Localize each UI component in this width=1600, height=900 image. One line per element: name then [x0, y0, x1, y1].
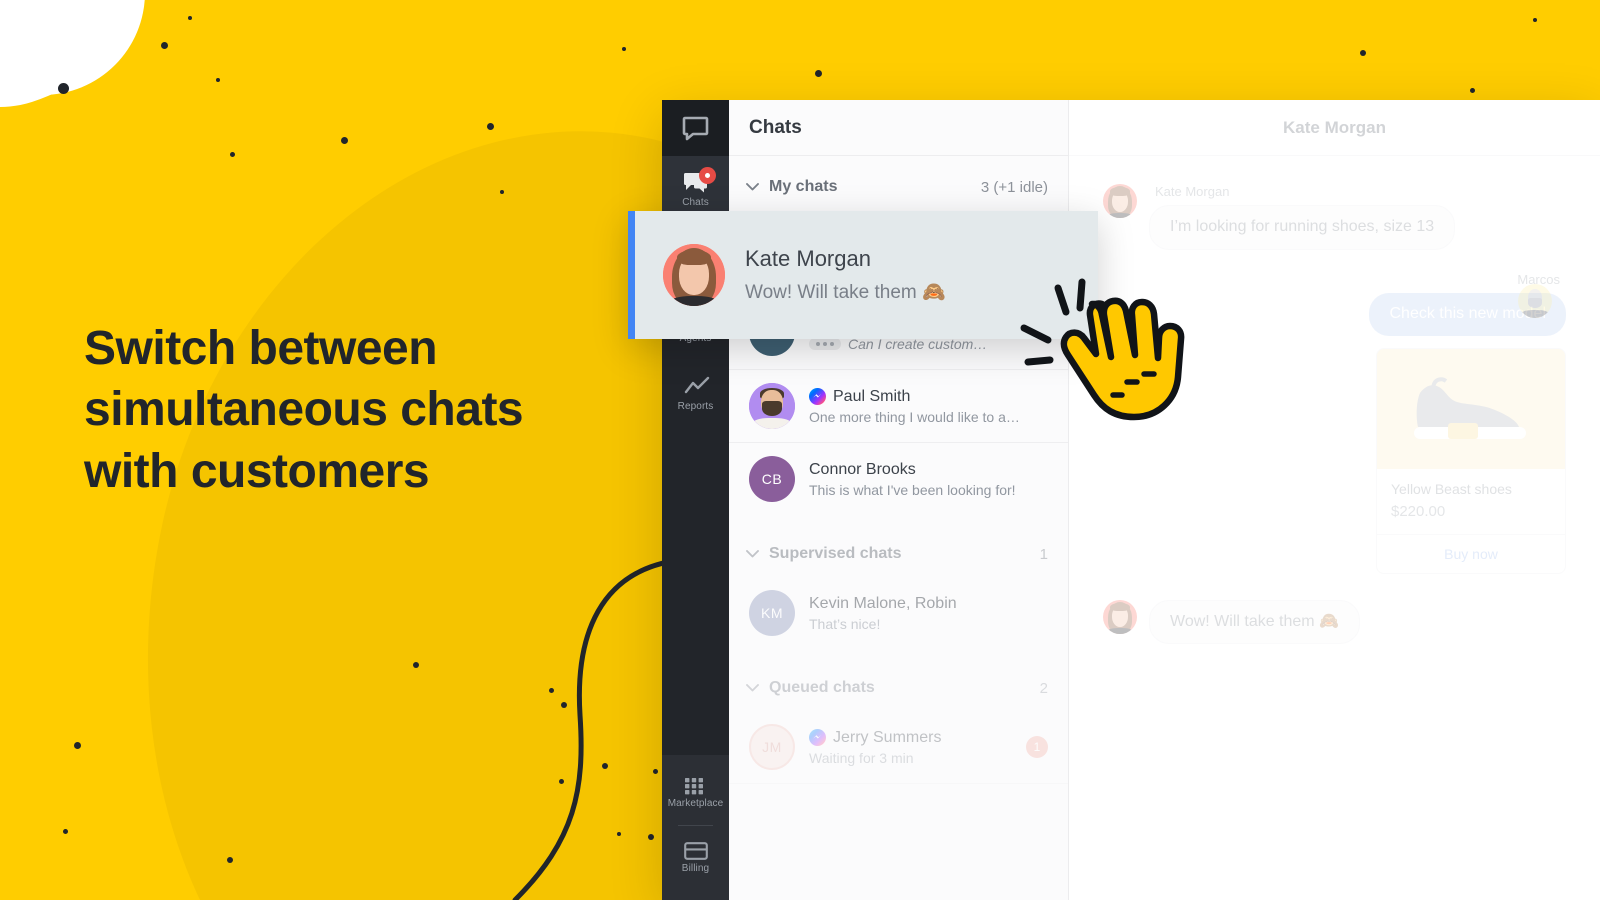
conversation-messages: Kate Morgan I’m looking for running shoe… [1069, 156, 1600, 900]
chat-bubble-logo-icon [682, 116, 709, 140]
sidebar-divider [678, 825, 713, 826]
chat-list-item-jerry-summers[interactable]: JM Jerry Summers Waiting for 3 min 1 [729, 711, 1068, 784]
highlighted-chat-message: Wow! Will take them 🙈 [745, 282, 946, 303]
billing-card-icon [683, 842, 708, 860]
product-name: Yellow Beast shoes [1391, 480, 1512, 497]
decorative-dot [216, 78, 220, 82]
sidebar-item-label: Reports [677, 401, 714, 412]
decorative-dot [227, 857, 233, 863]
section-count: 1 [1039, 545, 1048, 563]
avatar-initials: CB [761, 471, 783, 487]
decorative-dot [413, 662, 419, 668]
section-title: My chats [769, 178, 838, 195]
decorative-dot [1533, 18, 1537, 22]
product-card[interactable]: Yellow Beast shoes $220.00 Buy now [1376, 347, 1566, 574]
avatar: JM [749, 724, 795, 770]
messenger-icon [809, 388, 826, 405]
sidebar-item-reports[interactable]: Reports [662, 360, 729, 428]
decorative-dot [549, 688, 554, 693]
avatar-initials: JM [762, 739, 782, 755]
decorative-dot [74, 742, 81, 749]
marketplace-grid-icon [684, 777, 708, 795]
decorative-dot [63, 829, 68, 834]
highlighted-chat-name: Kate Morgan [745, 246, 871, 271]
decorative-dot [500, 190, 504, 194]
decorative-dot [230, 152, 235, 157]
decorative-dot [653, 769, 658, 774]
chevron-down-icon [745, 180, 759, 194]
running-shoe-icon [1414, 376, 1526, 439]
chat-list-item-kevin-malone[interactable]: KM Kevin Malone, Robin That’s nice! [729, 577, 1068, 649]
message-row-incoming: Kate Morgan I’m looking for running shoe… [1103, 184, 1566, 250]
chat-snippet: This is what I've been looking for! [809, 481, 1016, 498]
decorative-dot [559, 779, 564, 784]
message-bubble: I’m looking for running shoes, size 13 [1149, 205, 1456, 250]
white-circle-shape [0, 0, 145, 95]
chat-name: Kevin Malone, Robin [809, 594, 957, 612]
avatar-marcos [1518, 284, 1552, 318]
messenger-icon [809, 729, 826, 746]
product-price: $220.00 [1391, 502, 1446, 520]
decorative-dot [1360, 50, 1366, 56]
decorative-dot [58, 83, 69, 94]
page-headline: Switch between simultaneous chats with c… [84, 322, 524, 498]
sidebar-item-label: Chats [682, 197, 709, 208]
decorative-dot [188, 16, 192, 20]
decorative-dot [561, 702, 567, 708]
conversation-panel: Kate Morgan Kate Morgan I’m looking for … [1069, 100, 1600, 900]
decorative-dot [648, 834, 654, 840]
queue-unread-badge: 1 [1026, 736, 1048, 758]
section-header-supervised-chats[interactable]: Supervised chats 1 [729, 515, 1068, 577]
sidebar-item-label: Billing [681, 863, 710, 874]
app-logo[interactable] [662, 100, 729, 156]
sidebar-item-billing[interactable]: Billing [662, 830, 729, 886]
avatar [1103, 184, 1137, 218]
chat-name: Jerry Summers [809, 729, 1012, 747]
section-title: Supervised chats [769, 545, 902, 562]
chats-icon [683, 167, 716, 194]
decorative-dot [1470, 88, 1475, 93]
decorative-dot [815, 70, 822, 77]
decorative-dot [622, 47, 626, 51]
section-header-my-chats[interactable]: My chats 3 (+1 idle) [729, 156, 1068, 210]
chats-unread-badge [698, 167, 716, 184]
message-row-incoming-last: Wow! Will take them 🙈 [1103, 599, 1566, 645]
section-header-queued-chats[interactable]: Queued chats 2 [729, 649, 1068, 711]
product-image [1377, 348, 1565, 469]
avatar [663, 244, 725, 306]
message-author: Kate Morgan [1155, 184, 1230, 199]
conversation-title: Kate Morgan [1069, 100, 1600, 156]
chevron-down-icon [745, 681, 759, 695]
avatar [749, 383, 795, 429]
chat-name-text: Paul Smith [833, 387, 911, 405]
reports-icon [684, 376, 709, 398]
section-count: 2 [1039, 679, 1048, 697]
decorative-dot [617, 832, 621, 836]
avatar [1103, 599, 1137, 634]
chat-list-title: Chats [729, 100, 1068, 156]
sidebar-item-label: Marketplace [667, 798, 724, 809]
decorative-dot [341, 137, 348, 144]
typing-indicator-icon [809, 337, 841, 350]
decorative-dot [602, 763, 608, 769]
avatar-initials: KM [761, 605, 783, 621]
sidebar-secondary-items: Marketplace Billing [662, 755, 729, 900]
decorative-dot [161, 42, 168, 49]
hand-cursor-icon [1020, 278, 1185, 421]
chat-name-text: Jerry Summers [833, 728, 942, 746]
chevron-down-icon [745, 547, 759, 561]
message-bubble: Wow! Will take them 🙈 [1149, 599, 1360, 645]
decorative-dot [487, 123, 494, 130]
sidebar-item-marketplace[interactable]: Marketplace [662, 765, 729, 821]
avatar: CB [749, 456, 795, 502]
section-count: 3 (+1 idle) [980, 178, 1048, 196]
chat-snippet: That’s nice! [809, 615, 881, 632]
avatar: KM [749, 590, 795, 636]
section-title: Queued chats [769, 679, 875, 696]
buy-now-button[interactable]: Buy now [1377, 533, 1565, 573]
chat-snippet: Waiting for 3 min [809, 749, 914, 766]
